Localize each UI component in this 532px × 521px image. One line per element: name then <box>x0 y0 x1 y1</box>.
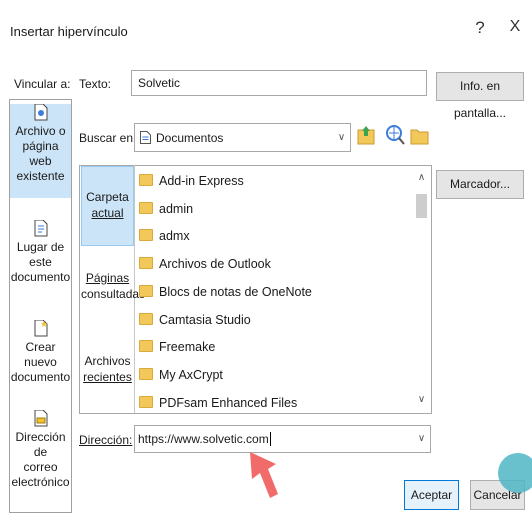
label-line: documento <box>10 370 71 384</box>
list-item[interactable]: admx <box>139 226 190 246</box>
look-in-value: Documentos <box>156 131 224 145</box>
help-button[interactable]: ? <box>468 18 492 38</box>
scrollbar-thumb[interactable] <box>416 194 427 218</box>
address-value: https://www.solvetic.com <box>138 432 271 446</box>
label-line: Crear nuevo <box>24 340 57 369</box>
address-label: Dirección: <box>79 433 133 447</box>
list-item[interactable]: PDFsam Enhanced Files <box>139 393 297 413</box>
list-item[interactable]: Camtasia Studio <box>139 310 251 330</box>
label-line: Lugar de este <box>16 240 65 269</box>
browse-file-icon[interactable] <box>410 124 430 148</box>
list-item[interactable]: admin <box>139 199 193 219</box>
file-name: Camtasia Studio <box>159 313 251 327</box>
link-to-existing-file-label: Archivo o página web existente <box>10 124 71 184</box>
browse-web-icon[interactable] <box>385 124 407 148</box>
link-to-label: Vincular a: <box>14 77 71 91</box>
link-to-email-address[interactable]: Dirección de correo electrónico <box>10 410 71 500</box>
text-to-display-input[interactable]: Solvetic <box>131 70 427 96</box>
file-name: My AxCrypt <box>159 368 223 382</box>
dialog-title: Insertar hipervínculo <box>10 24 128 39</box>
file-name: Archivos de Outlook <box>159 257 271 271</box>
web-file-icon <box>34 104 47 121</box>
link-to-panel: Archivo o página web existente Lugar de … <box>9 99 72 513</box>
close-button[interactable]: X <box>503 18 527 36</box>
ok-button[interactable]: Aceptar <box>404 480 459 510</box>
file-list-scrollbar[interactable]: ∧ ∨ <box>412 166 431 413</box>
list-item[interactable]: Add-in Express <box>139 171 244 191</box>
link-to-new-document[interactable]: Crear nuevo documento <box>10 320 71 390</box>
folder-icon <box>139 313 153 325</box>
file-name: PDFsam Enhanced Files <box>159 396 298 410</box>
label-line: Dirección de <box>15 430 66 459</box>
email-address-icon <box>34 410 47 427</box>
folder-icon <box>139 257 153 269</box>
list-item[interactable]: Archivos de Outlook <box>139 254 271 274</box>
file-name: admin <box>159 202 194 216</box>
link-to-place-in-document[interactable]: Lugar de este documento <box>10 220 71 290</box>
scroll-down-icon[interactable]: ∨ <box>412 394 431 405</box>
annotation-arrow-icon <box>250 452 278 498</box>
folder-icon <box>139 285 153 297</box>
folder-icon <box>139 174 153 186</box>
list-item[interactable]: My AxCrypt <box>139 365 223 385</box>
file-name: Blocs de notas de OneNote <box>159 285 312 299</box>
folder-icon <box>139 396 153 408</box>
document-place-icon <box>34 220 47 237</box>
folder-icon <box>139 229 153 241</box>
text-label: Texto: <box>79 77 112 91</box>
file-name: Add-in Express <box>159 174 244 188</box>
folder-icon <box>139 340 153 352</box>
label-line: electrónico <box>11 475 70 489</box>
folder-icon <box>139 202 153 214</box>
folder-icon <box>139 368 153 380</box>
label-line: correo <box>23 460 58 474</box>
chevron-down-icon[interactable]: ∨ <box>332 124 351 151</box>
look-in-label: Buscar en: <box>79 131 137 145</box>
watermark-logo <box>498 453 532 493</box>
label-line: existente <box>16 169 65 183</box>
look-in-select[interactable]: Documentos ∨ <box>134 123 351 152</box>
file-name: admx <box>159 229 190 243</box>
address-input[interactable]: https://www.solvetic.com ∨ <box>134 425 431 453</box>
label-line: documento <box>10 270 71 284</box>
chevron-down-icon[interactable]: ∨ <box>412 426 431 452</box>
link-to-existing-file[interactable]: Archivo o página web existente <box>10 104 71 198</box>
bookmark-button[interactable]: Marcador... <box>436 170 524 199</box>
list-item[interactable]: Blocs de notas de OneNote <box>139 282 312 302</box>
label-line: Archivo o <box>15 124 66 138</box>
new-document-icon <box>34 320 47 337</box>
label-line: página web <box>22 139 59 168</box>
documents-folder-icon <box>140 131 151 144</box>
text-to-display-value: Solvetic <box>138 76 181 90</box>
screentip-button[interactable]: Info. en pantalla... <box>436 72 524 120</box>
list-item[interactable]: Freemake <box>139 337 215 357</box>
scroll-up-icon[interactable]: ∧ <box>412 172 431 183</box>
file-name: Freemake <box>159 340 216 354</box>
file-rows: Add-in Express admin admx Archivos de Ou… <box>79 165 412 413</box>
up-folder-icon[interactable] <box>357 124 377 150</box>
